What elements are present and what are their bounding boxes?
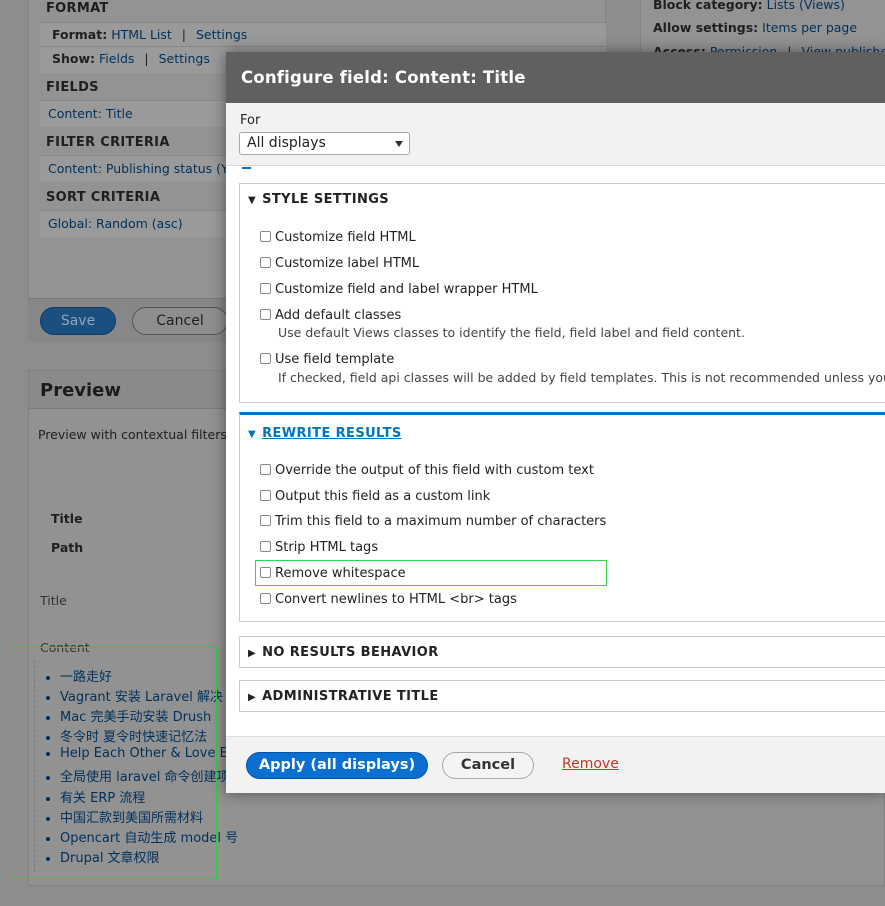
show-fields-link[interactable]: Fields <box>99 51 134 66</box>
option-customize-wrapper-html[interactable]: Customize field and label wrapper HTML <box>260 282 538 297</box>
highlight-box-content-list <box>11 647 217 880</box>
format-link[interactable]: HTML List <box>111 27 172 42</box>
filter-criteria-heading: FILTER CRITERIA <box>46 135 170 150</box>
triangle-right-icon: ▶ <box>248 692 257 703</box>
highlight-box-trim-option <box>255 560 607 586</box>
block-category-link[interactable]: Lists (Views) <box>767 0 845 12</box>
dialog-title: Configure field: Content: Title <box>226 52 885 103</box>
for-select-value: All displays <box>247 135 326 151</box>
block-category-label: Block category: <box>653 0 763 12</box>
checkbox[interactable] <box>260 490 271 501</box>
sort-criteria-heading: SORT CRITERIA <box>46 190 161 205</box>
save-button[interactable]: Save <box>40 307 116 335</box>
triangle-down-icon: ▼ <box>248 195 257 206</box>
no-results-fieldset: ▶ NO RESULTS BEHAVIOR <box>239 636 885 668</box>
show-label: Show: <box>52 51 96 66</box>
style-settings-legend: STYLE SETTINGS <box>262 192 390 207</box>
dialog-scroll-area[interactable]: ▼ STYLE SETTINGS Customize field HTML Cus… <box>226 166 885 736</box>
option-convert-newlines[interactable]: Convert newlines to HTML <br> tags <box>260 592 517 607</box>
block-settings-column: Block category: Lists (Views) Allow sett… <box>640 0 885 60</box>
option-trim-field[interactable]: Trim this field to a maximum number of c… <box>260 514 606 529</box>
checkbox[interactable] <box>260 593 271 604</box>
triangle-right-icon: ▶ <box>248 648 257 659</box>
no-results-toggle[interactable]: ▶ NO RESULTS BEHAVIOR <box>248 645 439 660</box>
cancel-button-bg[interactable]: Cancel <box>132 307 228 335</box>
for-displays-select[interactable]: All displays <box>239 132 410 155</box>
checkbox[interactable] <box>260 309 271 320</box>
administrative-title-fieldset: ▶ ADMINISTRATIVE TITLE <box>239 680 885 712</box>
show-settings-link[interactable]: Settings <box>159 51 210 66</box>
block-category-row: Block category: Lists (Views) <box>653 0 845 12</box>
option-customize-field-html[interactable]: Customize field HTML <box>260 230 416 245</box>
checkbox[interactable] <box>260 231 271 242</box>
add-default-classes-description: Use default Views classes to identify th… <box>278 325 745 340</box>
checkbox[interactable] <box>260 541 271 552</box>
format-settings-link[interactable]: Settings <box>196 27 247 42</box>
preview-title-label: Title <box>51 511 83 526</box>
remove-link[interactable]: Remove <box>562 756 619 772</box>
administrative-title-toggle[interactable]: ▶ ADMINISTRATIVE TITLE <box>248 689 439 704</box>
chevron-down-icon <box>395 141 403 147</box>
fields-heading: FIELDS <box>46 80 99 95</box>
option-customize-label-html[interactable]: Customize label HTML <box>260 256 419 271</box>
option-override-output[interactable]: Override the output of this field with c… <box>260 463 594 478</box>
sort-random-link[interactable]: Global: Random (asc) <box>48 216 183 231</box>
format-row: Format: HTML List | Settings <box>40 22 606 49</box>
rewrite-results-fieldset: ▼ REWRITE RESULTS Override the output of … <box>239 412 885 622</box>
format-label: Format: <box>52 27 108 42</box>
rewrite-results-legend: REWRITE RESULTS <box>262 426 402 441</box>
style-settings-fieldset: ▼ STYLE SETTINGS Customize field HTML Cus… <box>239 183 885 403</box>
checkbox[interactable] <box>260 464 271 475</box>
allow-settings-link[interactable]: Items per page <box>762 20 857 35</box>
triangle-down-icon: ▼ <box>248 429 257 440</box>
option-add-default-classes[interactable]: Add default classes <box>260 308 401 323</box>
allow-settings-row: Allow settings: Items per page <box>653 20 857 35</box>
checkbox[interactable] <box>260 283 271 294</box>
for-label: For <box>240 113 261 128</box>
checkbox[interactable] <box>260 515 271 526</box>
checkbox[interactable] <box>260 257 271 268</box>
format-heading: FORMAT <box>46 1 109 16</box>
option-custom-link[interactable]: Output this field as a custom link <box>260 489 490 504</box>
dialog-actions: Apply (all displays) Cancel Remove <box>226 736 885 793</box>
apply-all-displays-button[interactable]: Apply (all displays) <box>246 752 428 779</box>
option-strip-html-tags[interactable]: Strip HTML tags <box>260 540 378 555</box>
no-results-legend: NO RESULTS BEHAVIOR <box>262 645 439 660</box>
configure-field-dialog: Configure field: Content: Title For All … <box>226 52 885 793</box>
checkbox[interactable] <box>260 353 271 364</box>
option-use-field-template[interactable]: Use field template <box>260 352 394 367</box>
preview-contextual-filters: Preview with contextual filters <box>38 427 227 442</box>
administrative-title-legend: ADMINISTRATIVE TITLE <box>262 689 439 704</box>
cancel-button[interactable]: Cancel <box>442 752 534 779</box>
field-content-title-link[interactable]: Content: Title <box>48 106 133 121</box>
preview-heading: Preview <box>40 380 122 401</box>
allow-settings-label: Allow settings: <box>653 20 759 35</box>
use-field-template-description: If checked, field api classes will be ad… <box>278 370 885 385</box>
preview-path-label: Path <box>51 540 84 555</box>
preview-title-row: Title <box>40 593 67 608</box>
for-displays-area: For All displays <box>226 103 885 166</box>
partial-checkbox-edge <box>242 166 251 169</box>
filter-publishing-status-link[interactable]: Content: Publishing status (Ye <box>48 161 235 176</box>
style-settings-toggle[interactable]: ▼ STYLE SETTINGS <box>248 192 389 207</box>
rewrite-results-toggle[interactable]: ▼ REWRITE RESULTS <box>248 426 402 441</box>
